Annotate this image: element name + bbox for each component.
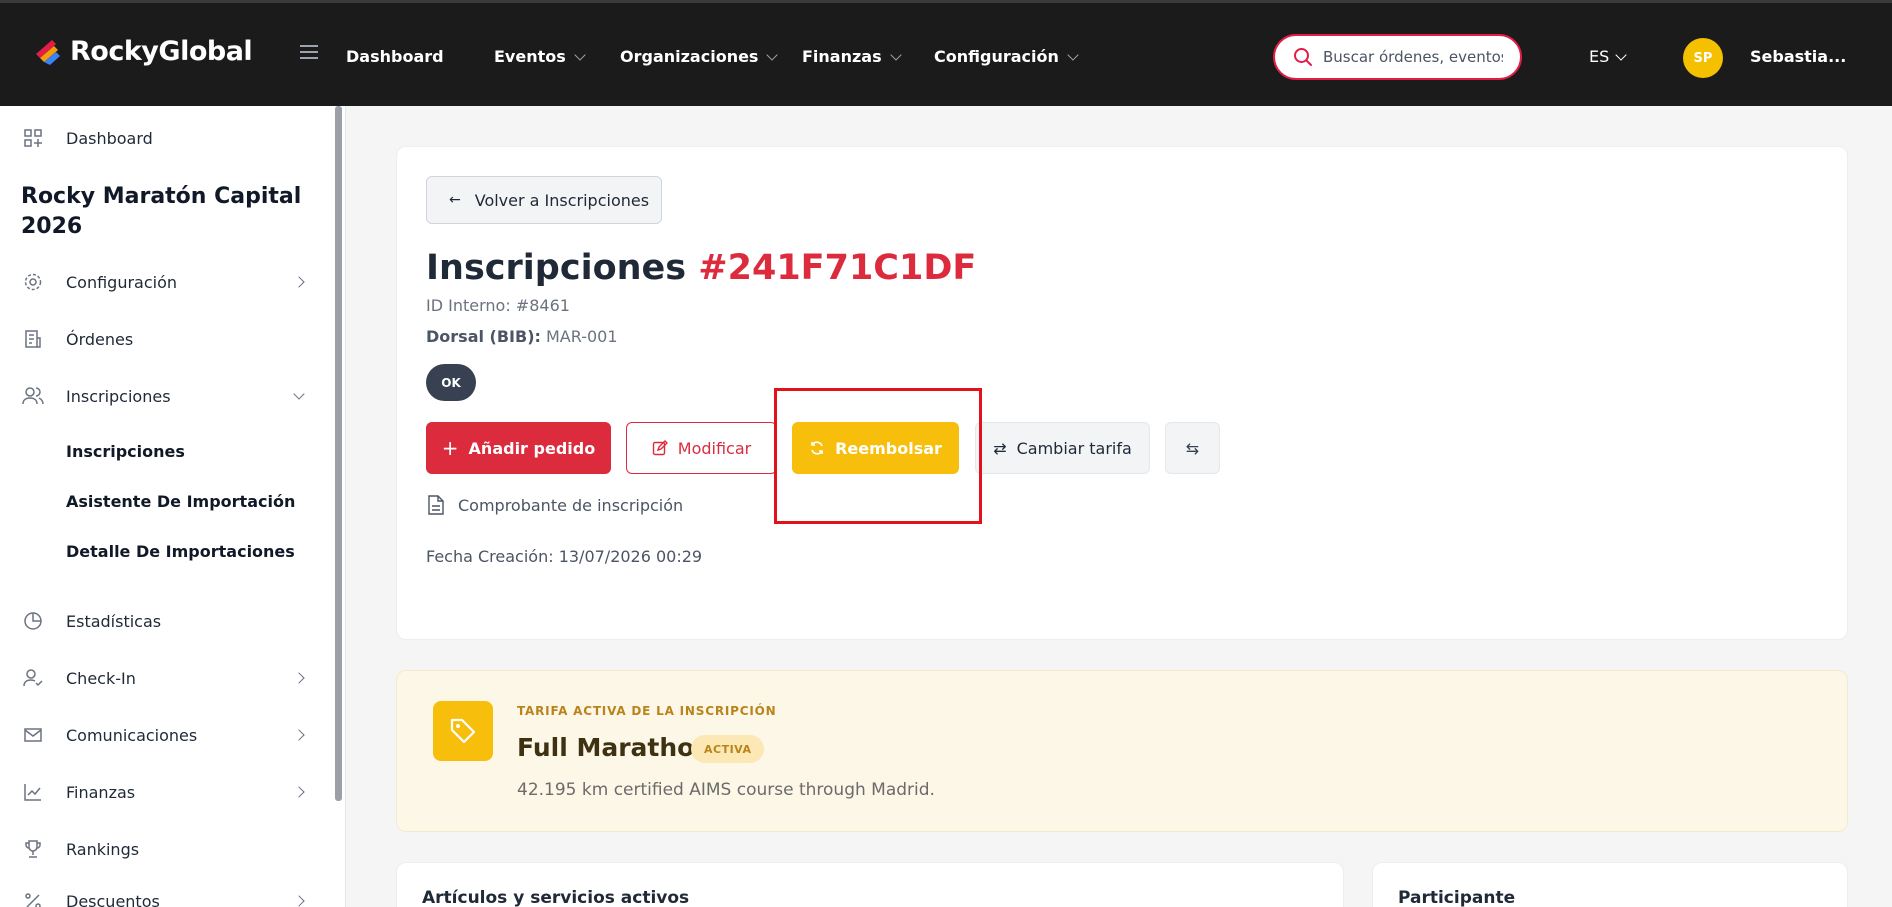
chevron-down-icon [1067, 48, 1079, 61]
sidebar-item-comunicaciones[interactable]: Comunicaciones [22, 724, 305, 746]
status-badge: OK [426, 364, 476, 401]
transfer-button[interactable]: ⇆ [1165, 422, 1220, 474]
pie-chart-icon [22, 610, 44, 632]
tag-icon [433, 701, 493, 761]
receipt-label: Comprobante de inscripción [458, 495, 684, 515]
bib-number: Dorsal (BIB): MAR-001 [426, 327, 618, 346]
back-button[interactable]: ← Volver a Inscripciones [426, 176, 662, 224]
transfer-icon: ⇆ [1185, 438, 1200, 458]
chevron-down-icon [889, 48, 902, 61]
mail-icon [22, 724, 44, 746]
add-order-button[interactable]: + Añadir pedido [426, 422, 611, 474]
sidebar-item-label: Dashboard [66, 128, 153, 148]
document-icon [428, 495, 444, 515]
plus-icon: + [441, 436, 459, 460]
edit-icon [652, 440, 668, 456]
title-prefix: Inscripciones [426, 248, 687, 288]
nav-label: Organizaciones [620, 47, 759, 66]
chevron-down-icon [574, 48, 586, 61]
change-rate-button[interactable]: ⇄ Cambiar tarifa [975, 422, 1150, 474]
hamburger-menu-icon[interactable] [300, 45, 318, 59]
sidebar-item-label: Comunicaciones [66, 725, 198, 745]
avatar[interactable]: SP [1683, 38, 1723, 78]
rate-status-badge: ACTIVA [691, 735, 765, 763]
sidebar-item-label: Descuentos [66, 891, 160, 907]
trophy-icon [22, 838, 44, 860]
sidebar-item-inscripciones[interactable]: Inscripciones [22, 385, 305, 407]
sidebar-subitem-asistente-importacion[interactable]: Asistente De Importación [66, 492, 295, 511]
sidebar-item-label: Estadísticas [66, 611, 162, 631]
sidebar-item-label: Check-In [66, 668, 136, 688]
registration-code: #241F71C1DF [698, 248, 977, 288]
sidebar-item-label: Inscripciones [66, 386, 171, 406]
language-label: ES [1589, 47, 1610, 66]
refund-highlight-box [774, 388, 982, 524]
search-icon [1294, 48, 1312, 66]
nav-eventos[interactable]: Eventos [494, 47, 586, 66]
nav-configuracion[interactable]: Configuración [934, 47, 1079, 66]
brand-name: RockyGlobal [70, 36, 253, 67]
change-rate-label: Cambiar tarifa [1016, 438, 1132, 458]
rate-description: 42.195 km certified AIMS course through … [517, 780, 935, 800]
users-icon [22, 385, 44, 407]
top-bar: RockyGlobal Dashboard Eventos Organizaci… [0, 0, 1892, 106]
chevron-down-icon [766, 48, 779, 61]
nav-organizaciones[interactable]: Organizaciones [620, 47, 779, 66]
nav-label: Eventos [494, 47, 566, 66]
add-order-label: Añadir pedido [468, 438, 596, 458]
sidebar-item-ordenes[interactable]: Órdenes [22, 328, 133, 350]
page-title: Inscripciones #241F71C1DF [426, 248, 976, 288]
bib-label: Dorsal (BIB): [426, 327, 541, 346]
sidebar-subitem-inscripciones[interactable]: Inscripciones [66, 442, 185, 461]
back-button-label: Volver a Inscripciones [474, 190, 650, 210]
trend-icon [22, 781, 44, 803]
search-input[interactable] [1323, 48, 1503, 66]
sidebar-item-label: Rankings [66, 839, 140, 859]
dashboard-icon [22, 127, 44, 149]
sidebar-item-label: Configuración [66, 272, 178, 292]
chevron-down-icon [1615, 48, 1627, 61]
internal-id: ID Interno: #8461 [426, 296, 570, 315]
bib-value: MAR-001 [546, 327, 618, 346]
sidebar-item-estadisticas[interactable]: Estadísticas [22, 610, 161, 632]
sidebar-item-check-in[interactable]: Check-In [22, 667, 305, 689]
arrow-left-icon: ← [449, 192, 461, 208]
items-title: Artículos y servicios activos [422, 888, 690, 907]
sidebar-item-rankings[interactable]: Rankings [22, 838, 139, 860]
nav-label: Dashboard [346, 47, 444, 66]
sidebar-item-label: Órdenes [66, 329, 134, 349]
active-rate-card: TARIFA ACTIVA DE LA INSCRIPCIÓN Full Mar… [396, 670, 1848, 832]
user-name[interactable]: Sebastia... [1750, 47, 1846, 66]
modify-label: Modificar [677, 438, 752, 458]
brand-logo[interactable]: RockyGlobal [34, 36, 253, 67]
nav-finanzas[interactable]: Finanzas [802, 47, 902, 66]
event-title: Rocky Maratón Capital 2026 [21, 184, 302, 239]
language-selector[interactable]: ES [1589, 47, 1627, 66]
sidebar-item-finanzas[interactable]: Finanzas [22, 781, 305, 803]
percent-icon [22, 890, 44, 907]
orders-icon [22, 328, 44, 350]
receipt-link[interactable]: Comprobante de inscripción [428, 495, 683, 515]
modify-button[interactable]: Modificar [626, 422, 777, 474]
nav-label: Finanzas [802, 47, 882, 66]
sidebar-item-dashboard[interactable]: Dashboard [22, 127, 153, 149]
nav-label: Configuración [934, 47, 1059, 66]
nav-dashboard[interactable]: Dashboard [346, 47, 444, 66]
rate-section-label: TARIFA ACTIVA DE LA INSCRIPCIÓN [517, 704, 777, 718]
logo-mark-icon [36, 39, 60, 65]
user-check-icon [22, 667, 44, 689]
sidebar-scrollbar[interactable] [335, 106, 342, 801]
sidebar-item-descuentos[interactable]: Descuentos [22, 890, 305, 907]
gear-icon [22, 271, 44, 293]
swap-icon: ⇄ [993, 438, 1007, 458]
rate-name: Full Marathon [517, 733, 713, 762]
sidebar-item-label: Finanzas [66, 782, 136, 802]
sidebar-subitem-detalle-importaciones[interactable]: Detalle De Importaciones [66, 542, 295, 561]
creation-date: Fecha Creación: 13/07/2026 00:29 [426, 547, 703, 566]
global-search[interactable] [1273, 34, 1522, 80]
sidebar-item-configuracion[interactable]: Configuración [22, 271, 305, 293]
participant-title: Participante [1398, 888, 1516, 907]
